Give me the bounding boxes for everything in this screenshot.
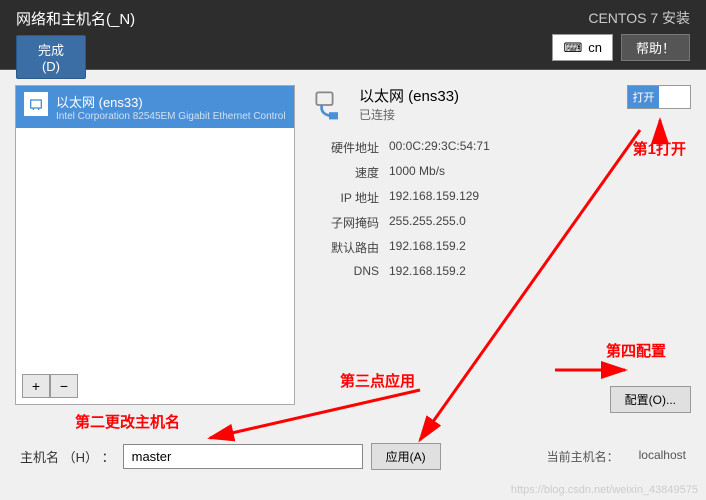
help-button[interactable]: 帮助！: [621, 34, 690, 61]
network-list-item[interactable]: 以太网 (ens33) Intel Corporation 82545EM Gi…: [16, 86, 294, 128]
network-detail-panel: 以太网 (ens33) 已连接 打开 硬件地址 00:0C:29:3C:54:7…: [309, 85, 691, 405]
remove-network-button[interactable]: −: [50, 374, 78, 398]
header-controls: ⌨ cn 帮助！: [552, 34, 690, 61]
detail-status: 已连接: [359, 106, 459, 123]
ip-value: 192.168.159.129: [389, 189, 691, 206]
speed-label: 速度: [309, 164, 379, 181]
header-left: 网络和主机名(_N) 完成(D): [16, 8, 135, 61]
toggle-on-label: 打开: [628, 86, 659, 108]
configure-button[interactable]: 配置(O)...: [610, 386, 691, 413]
detail-titles: 以太网 (ens33) 已连接: [359, 85, 459, 125]
network-list-controls: + −: [16, 368, 294, 404]
hw-addr-value: 00:0C:29:3C:54:71: [389, 139, 691, 156]
ethernet-large-icon: [309, 85, 349, 125]
main-content: 以太网 (ens33) Intel Corporation 82545EM Gi…: [0, 70, 706, 420]
header-right: CENTOS 7 安装 ⌨ cn 帮助！: [552, 8, 690, 61]
page-title: 网络和主机名(_N): [16, 8, 135, 29]
hostname-label: 主机名 （H） ：: [20, 447, 115, 466]
netmask-label: 子网掩码: [309, 214, 379, 231]
gateway-label: 默认路由: [309, 239, 379, 256]
network-item-name: 以太网 (ens33): [56, 92, 286, 111]
watermark: https://blog.csdn.net/weixin_43849575: [511, 484, 698, 496]
header-bar: 网络和主机名(_N) 完成(D) CENTOS 7 安装 ⌨ cn 帮助！: [0, 0, 706, 70]
done-button[interactable]: 完成(D): [16, 35, 86, 79]
language-code: cn: [588, 40, 602, 55]
add-network-button[interactable]: +: [22, 374, 50, 398]
netmask-value: 255.255.255.0: [389, 214, 691, 231]
detail-header: 以太网 (ens33) 已连接 打开: [309, 85, 691, 125]
network-item-info: 以太网 (ens33) Intel Corporation 82545EM Gi…: [56, 92, 286, 122]
hostname-row: 主机名 （H） ： 应用(A) 当前主机名： localhost: [20, 443, 686, 470]
language-selector[interactable]: ⌨ cn: [552, 34, 613, 61]
gateway-value: 192.168.159.2: [389, 239, 691, 256]
network-toggle[interactable]: 打开: [627, 85, 691, 109]
network-info-grid: 硬件地址 00:0C:29:3C:54:71 速度 1000 Mb/s IP 地…: [309, 139, 691, 278]
speed-value: 1000 Mb/s: [389, 164, 691, 181]
ip-label: IP 地址: [309, 189, 379, 206]
detail-title-row: 以太网 (ens33) 已连接: [309, 85, 459, 125]
install-title: CENTOS 7 安装: [588, 8, 690, 28]
keyboard-icon: ⌨: [563, 40, 582, 56]
network-item-desc: Intel Corporation 82545EM Gigabit Ethern…: [56, 111, 286, 122]
dns-value: 192.168.159.2: [389, 264, 691, 278]
detail-name: 以太网 (ens33): [359, 85, 459, 106]
dns-label: DNS: [309, 264, 379, 278]
apply-button[interactable]: 应用(A): [371, 443, 441, 470]
current-hostname: 当前主机名： localhost: [547, 448, 686, 465]
toggle-off-side: [659, 86, 690, 108]
ethernet-icon: [24, 92, 48, 116]
network-list-panel: 以太网 (ens33) Intel Corporation 82545EM Gi…: [15, 85, 295, 405]
current-hostname-value: localhost: [639, 448, 686, 465]
network-list-body: [16, 128, 294, 368]
current-hostname-label: 当前主机名：: [547, 448, 619, 465]
hostname-input[interactable]: [123, 444, 363, 469]
hw-addr-label: 硬件地址: [309, 139, 379, 156]
